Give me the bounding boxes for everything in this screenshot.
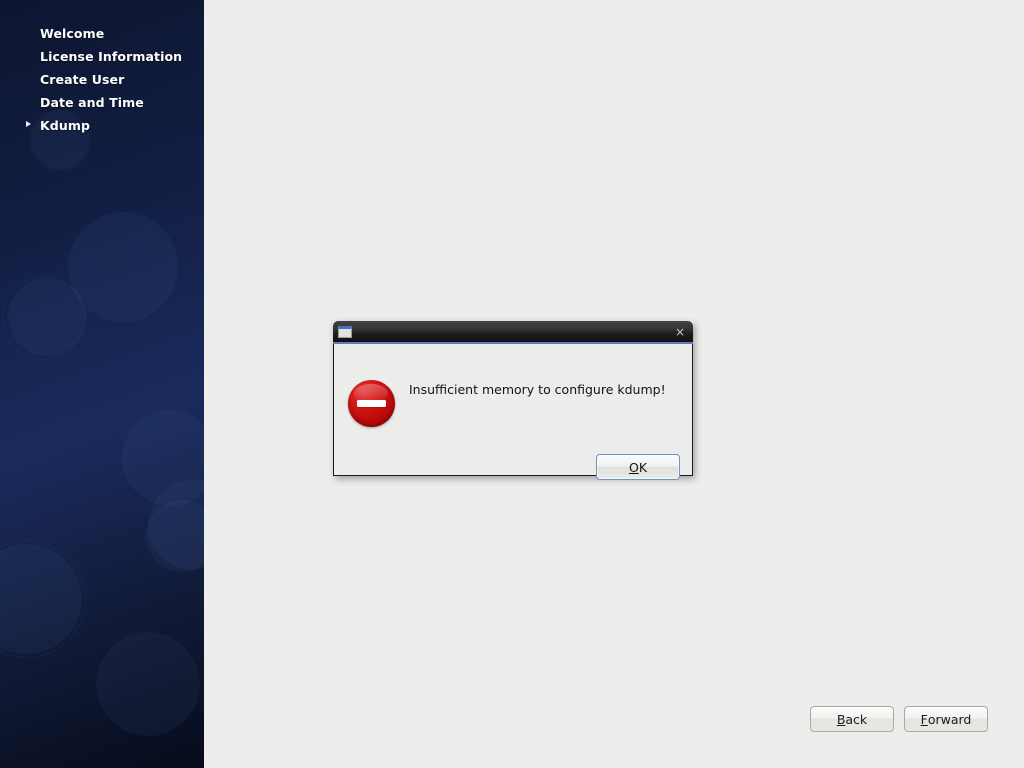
sidebar-item-date-and-time[interactable]: Date and Time	[0, 94, 204, 111]
ok-button[interactable]: OK	[596, 454, 680, 480]
decorative-bubble	[2, 276, 86, 360]
dialog-titlebar[interactable]: ×	[333, 321, 693, 344]
back-button-label: ack	[845, 712, 867, 727]
back-button[interactable]: Back	[810, 706, 894, 732]
dialog-body: Insufficient memory to configure kdump! …	[333, 344, 693, 476]
sidebar-item-welcome[interactable]: Welcome	[0, 25, 204, 42]
error-icon-bar	[357, 400, 386, 407]
sidebar-item-license-information[interactable]: License Information	[0, 48, 204, 65]
forward-button-mnemonic: F	[921, 712, 928, 727]
sidebar-item-label: Kdump	[40, 118, 90, 133]
close-icon[interactable]: ×	[675, 326, 687, 338]
sidebar-item-label: Date and Time	[40, 95, 144, 110]
sidebar-nav: Welcome License Information Create User …	[0, 0, 204, 140]
ok-button-mnemonic: O	[629, 460, 639, 475]
error-icon	[348, 380, 395, 427]
sidebar: Welcome License Information Create User …	[0, 0, 204, 768]
back-button-mnemonic: B	[837, 712, 846, 727]
right-arrow-icon	[26, 121, 31, 127]
dialog-message: Insufficient memory to configure kdump!	[409, 382, 679, 398]
sidebar-item-label: Create User	[40, 72, 124, 87]
sidebar-item-create-user[interactable]: Create User	[0, 71, 204, 88]
window-icon	[338, 326, 352, 338]
sidebar-item-label: Welcome	[40, 26, 104, 41]
decorative-bubble	[96, 632, 200, 736]
installer-screen: Welcome License Information Create User …	[0, 0, 1024, 768]
ok-button-label: K	[639, 460, 647, 475]
forward-button-label: orward	[928, 712, 972, 727]
sidebar-item-kdump[interactable]: Kdump	[0, 117, 204, 134]
forward-button[interactable]: Forward	[904, 706, 988, 732]
error-dialog: × Insufficient memory to configure kdump…	[333, 321, 693, 476]
sidebar-item-label: License Information	[40, 49, 182, 64]
